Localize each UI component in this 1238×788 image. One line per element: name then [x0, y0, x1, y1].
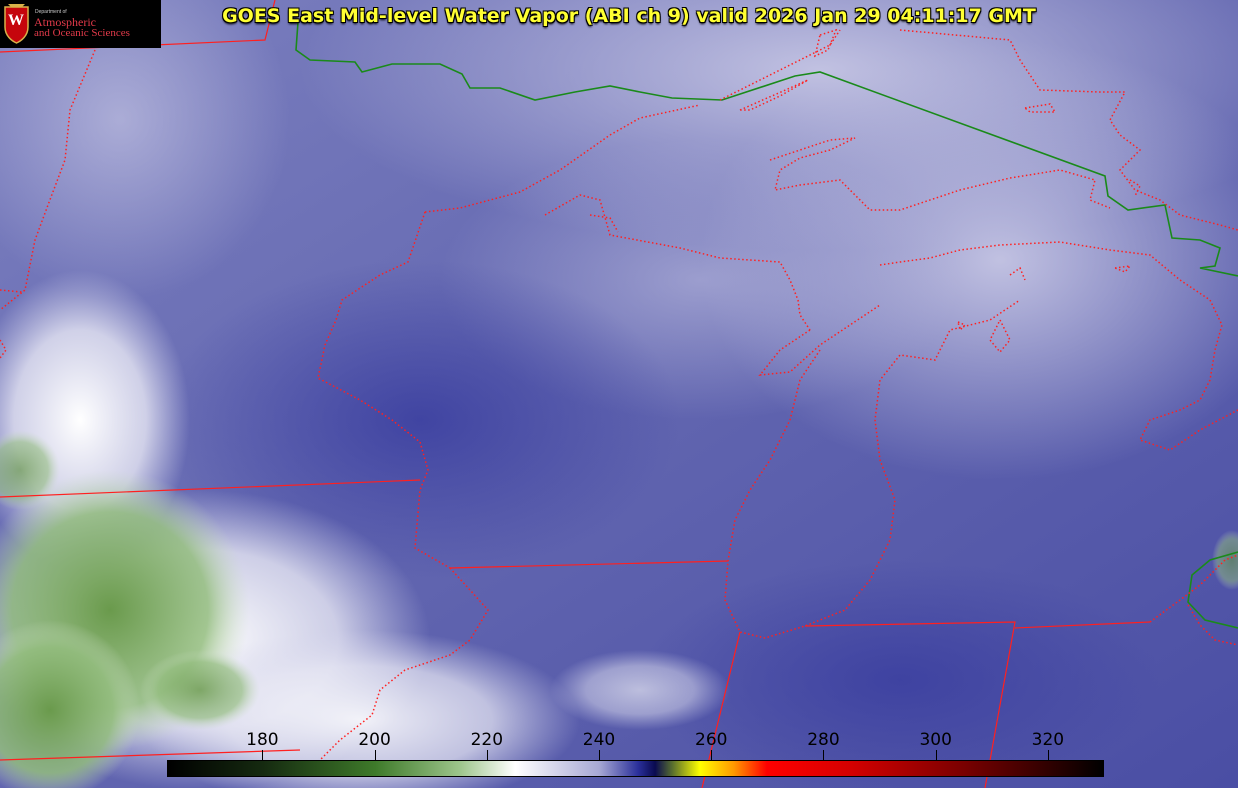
colorbar-tick-label: 220 [470, 730, 504, 750]
colorbar-tick-label: 280 [807, 730, 840, 750]
colorbar-tick-label: 260 [695, 730, 728, 750]
colorbar-tick-mark [823, 750, 825, 760]
colorbar-tick-mark [262, 750, 264, 760]
water-vapor-imagery [0, 0, 1238, 788]
colorbar-tick-label: 320 [1031, 730, 1065, 750]
colorbar-tick-mark [486, 750, 488, 760]
map-title: GOES East Mid-level Water Vapor (ABI ch … [222, 5, 1036, 27]
colorbar-tick-mark [374, 750, 376, 760]
colorbar-tick-label: 300 [919, 730, 952, 750]
colorbar-tick-label: 180 [246, 730, 279, 750]
temperature-colorbar [167, 760, 1104, 777]
logo-line-2: and Oceanic Sciences [34, 27, 130, 39]
colorbar-tick-mark [599, 750, 601, 760]
colorbar-tick-label: 200 [358, 730, 391, 750]
satellite-map: GOES East Mid-level Water Vapor (ABI ch … [0, 0, 1238, 788]
colorbar-tick-mark [935, 750, 937, 760]
colorbar-tick-mark [711, 750, 713, 760]
logo-letter: W [8, 12, 24, 29]
cold-cloud-top [140, 650, 260, 730]
high-cloud [550, 650, 730, 730]
university-logo: W Department of Atmospheric and Oceanic … [0, 0, 161, 48]
colorbar-tick-label: 240 [582, 730, 616, 750]
colorbar-tick-mark [1047, 750, 1049, 760]
